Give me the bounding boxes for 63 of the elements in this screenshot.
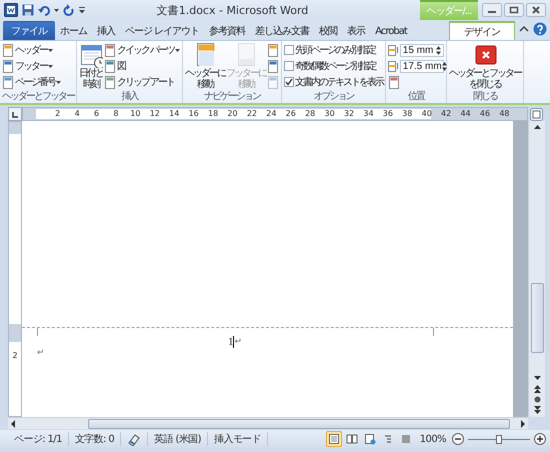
ruler-number: 18 [206,109,220,119]
checkbox-option[interactable]: 先頭ページのみ別指定 [284,42,383,58]
spin-field[interactable]: 15 mm [400,44,444,56]
ruler-number: 12 [148,109,161,119]
ribbon-button[interactable]: クリップ アート [104,74,180,90]
paragraph-mark: ↵ [234,336,242,346]
ribbon-tab[interactable]: 校閲 [314,21,342,40]
ribbon-button[interactable]: フッター [2,58,61,74]
ruler-number: 26 [284,109,297,119]
ribbon-button[interactable]: 図 [104,58,180,74]
window-title: 文書1.docx - Microsoft Word [156,2,310,18]
page-number: 1 [228,336,234,348]
ruler-number: 8 [112,109,120,119]
ruler-number: 48 [498,109,510,119]
ruler-number: 10 [129,109,142,119]
language-indicator[interactable]: 英語 (米国) [148,432,208,446]
ribbon-tab[interactable]: ファイル [3,21,55,40]
ribbon-tab[interactable]: ページ レイアウト [120,21,204,40]
group-label: ナビゲーション [202,91,262,103]
ruler-number: 42 [440,109,452,119]
ruler-number: 34 [362,109,375,119]
ribbon-tab[interactable]: 差し込み文書 [250,21,314,40]
ruler-number: 36 [382,109,394,119]
zoom-level[interactable]: 100% [420,434,446,444]
checkbox-option[interactable]: 文書内のテキストを表示 [284,74,383,90]
ribbon-button[interactable]: クイック パーツ [104,42,180,58]
input-mode[interactable]: 挿入モード [208,432,268,446]
group-label: 位置 [406,91,426,103]
ruler-number: 32 [342,109,356,119]
ruler-number: 20 [226,109,239,119]
ruler-number: 38 [401,109,414,119]
ribbon-button[interactable]: ヘッダーに 移動 [184,42,225,91]
group-label: 閉じる [472,91,498,103]
word-count[interactable]: 文字数: 0 [68,432,122,446]
ruler-number: 14 [168,109,180,119]
ruler-number: 2 [54,109,62,119]
ruler-number: 24 [265,109,278,119]
ribbon-tab[interactable]: 挿入 [92,21,120,40]
ruler-number: 44 [459,109,472,119]
ribbon-button[interactable]: ヘッダーとフッター を閉じる [448,42,521,91]
ribbon-tab[interactable]: デザイン [449,21,515,40]
context-tab-header: ヘッダー/... [420,0,478,20]
ruler-number: 30 [324,109,336,119]
ruler-number: 28 [304,109,316,119]
page-count[interactable]: ページ: 1/1 [8,432,69,446]
ruler-number: 6 [93,109,100,119]
ribbon-tab[interactable]: 参考資料 [204,21,250,40]
group-label: ヘッダーとフッター [2,91,74,103]
ruler-number: 4 [74,109,81,119]
ruler-number: 16 [188,109,200,119]
ribbon-button[interactable]: ヘッダー [2,42,61,58]
ruler-number: 40 [420,109,433,119]
ribbon-tab[interactable]: 表示 [342,21,370,40]
spin-field[interactable]: 17.5 mm [400,60,444,72]
ribbon-button[interactable]: ページ番号 [2,74,61,90]
ruler-number: 46 [478,109,492,119]
group-label: 挿入 [120,91,139,103]
ribbon-tab[interactable]: ホーム [55,21,92,40]
ribbon-tab[interactable]: Acrobat [370,21,412,40]
paragraph-mark: ↵ [37,348,45,358]
ruler-number: 22 [246,109,258,119]
group-label: オプション [312,91,355,103]
checkbox-option[interactable]: 奇数/偶数ページ別指定 [284,58,383,74]
